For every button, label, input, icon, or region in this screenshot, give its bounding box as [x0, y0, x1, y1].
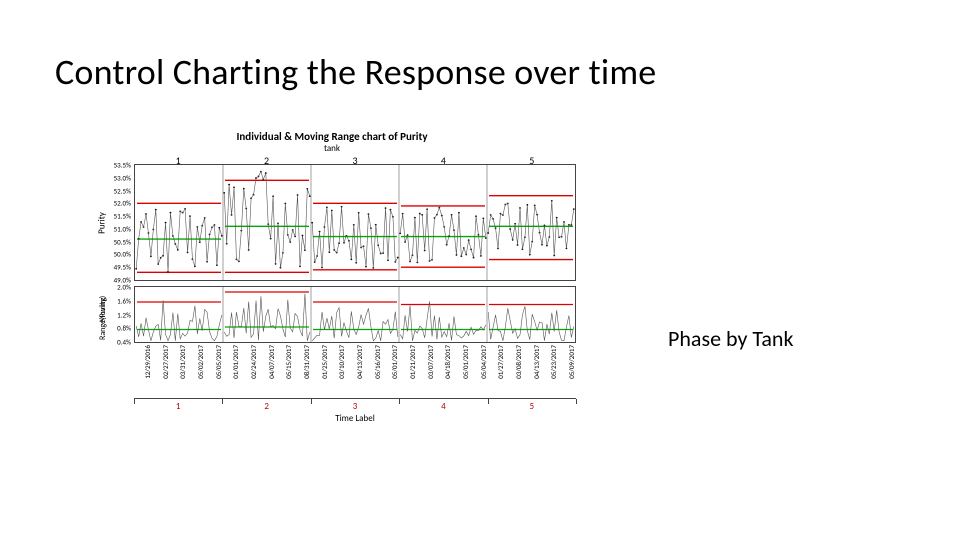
x-tick: 03/07/2017	[426, 345, 435, 379]
x-tick: 12/29/2016	[143, 345, 152, 379]
x-tick: 02/27/2017	[161, 345, 170, 379]
y-tick: 50.5%	[114, 237, 131, 246]
x-tick: 08/31/2017	[302, 345, 311, 379]
x-tick: 02/24/2017	[249, 345, 258, 379]
y-tick: 53.0%	[114, 173, 131, 182]
chart-title: Individual & Moving Range chart of Purit…	[82, 130, 582, 143]
y-tick: 51.0%	[114, 224, 131, 233]
y-ticks-top: 53.5%53.0%52.5%52.0%51.5%51.0%50.5%50.0%…	[97, 165, 133, 280]
x-tick: 01/01/2017	[231, 345, 240, 379]
x-tick: 03/08/2017	[514, 345, 523, 379]
y-tick: 1.6%	[117, 296, 131, 305]
x-tick: 04/13/2017	[532, 345, 541, 379]
x-tick: 05/09/2017	[567, 345, 576, 379]
y-tick: 52.5%	[114, 186, 131, 195]
group-footer-label: 5	[530, 401, 535, 412]
x-tick: 05/01/2017	[390, 345, 399, 379]
individuals-panel: Purity 53.5%53.0%52.5%52.0%51.5%51.0%50.…	[134, 164, 576, 281]
group-footer-label: 3	[353, 401, 358, 412]
chart-subtitle: tank	[82, 143, 582, 154]
imr-chart: Individual & Moving Range chart of Purit…	[82, 130, 582, 450]
y-tick: 0.4%	[117, 338, 131, 347]
y-tick: 53.5%	[114, 161, 131, 170]
y-tick: 0.8%	[117, 324, 131, 333]
y-tick: 50.0%	[114, 250, 131, 259]
x-tick: 05/15/2017	[284, 345, 293, 379]
x-tick: 01/21/2017	[408, 345, 417, 379]
y-tick: 52.0%	[114, 199, 131, 208]
group-footer-label: 1	[176, 401, 181, 412]
x-tick: 04/18/2017	[443, 345, 452, 379]
y-tick: 49.5%	[114, 263, 131, 272]
y-ticks-bottom: 2.0%1.6%1.2%0.8%0.4%	[97, 287, 133, 342]
x-tick: 05/02/2017	[196, 345, 205, 379]
x-tick: 04/07/2017	[267, 345, 276, 379]
x-tick: 05/04/2017	[479, 345, 488, 379]
x-tick: 03/10/2017	[337, 345, 346, 379]
x-tick: 01/27/2017	[496, 345, 505, 379]
y-tick: 2.0%	[117, 283, 131, 292]
slide-title: Control Charting the Response over time	[55, 50, 656, 94]
group-footer-label: 2	[264, 401, 269, 412]
group-footer-row: 1 2 3 4 5	[134, 398, 576, 411]
group-footer-label: 4	[441, 401, 446, 412]
y-tick: 1.2%	[117, 310, 131, 319]
x-tick: 05/01/2017	[461, 345, 470, 379]
x-tick: 01/25/2017	[320, 345, 329, 379]
moving-range-panel: Moving Range(Purity) 2.0%1.6%1.2%0.8%0.4…	[134, 286, 576, 343]
x-tick: 03/31/2017	[178, 345, 187, 379]
y-tick: 51.5%	[114, 212, 131, 221]
x-tick: 05/23/2017	[549, 345, 558, 379]
x-date-ticks: 12/29/2016 02/27/2017 03/31/2017 05/02/2017…	[134, 343, 576, 398]
group-header-row: 12345	[134, 154, 576, 164]
x-axis-label: Time Label	[134, 413, 576, 424]
x-tick: 05/05/2017	[214, 345, 223, 379]
x-tick: 05/16/2017	[373, 345, 382, 379]
phase-annotation: Phase by Tank	[668, 325, 793, 352]
x-tick: 04/13/2017	[355, 345, 364, 379]
